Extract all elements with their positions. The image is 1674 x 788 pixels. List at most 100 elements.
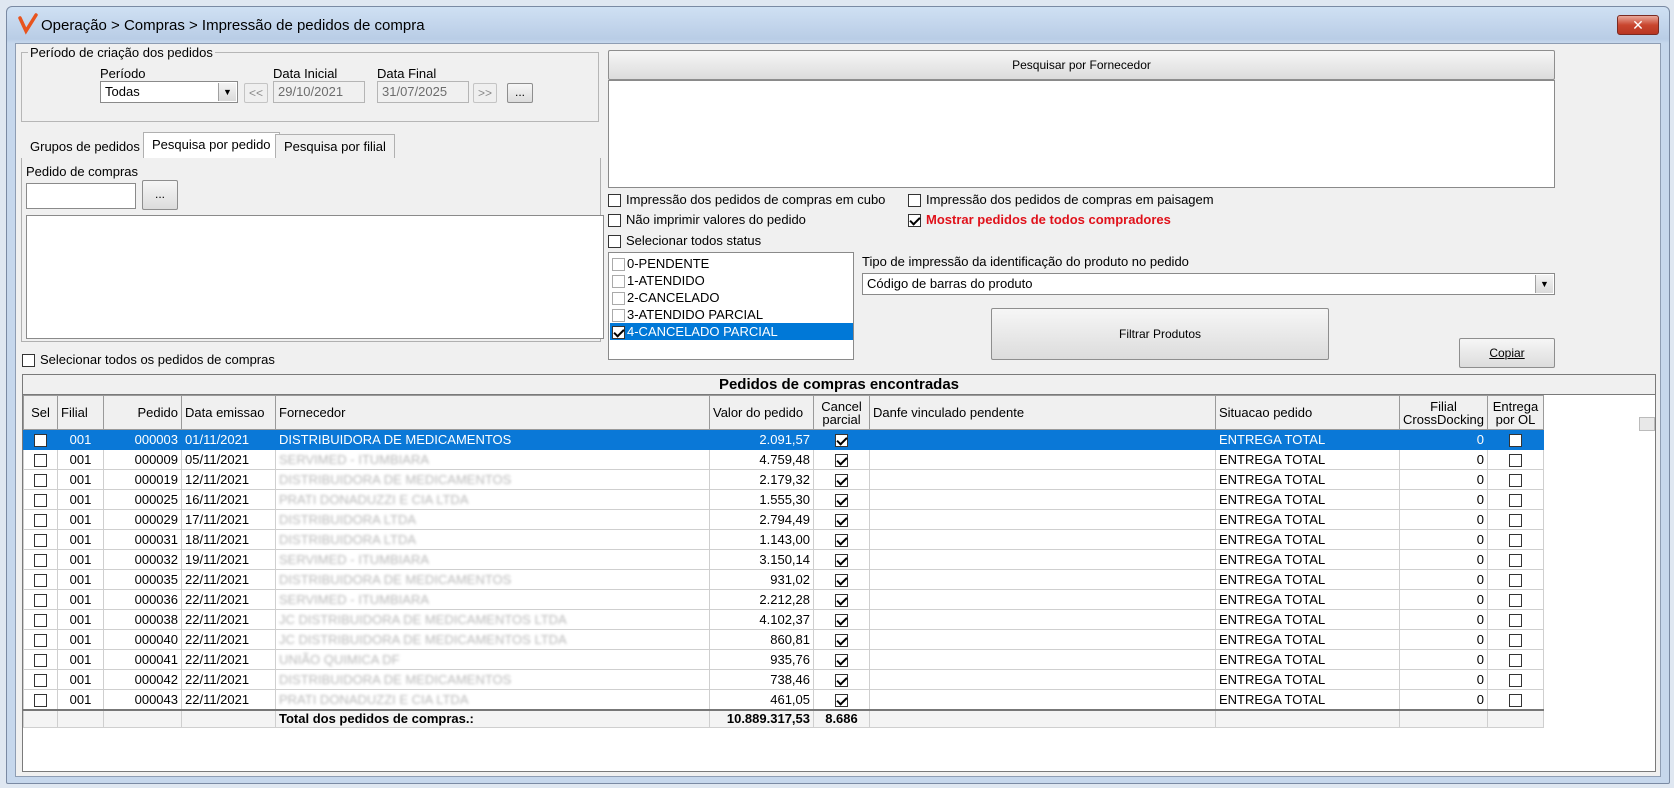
- row-entrega-ol-checkbox[interactable]: [1509, 554, 1522, 568]
- row-entrega-ol-checkbox[interactable]: [1509, 574, 1522, 588]
- col-fornecedor[interactable]: Fornecedor: [275, 395, 710, 430]
- row-entrega-ol-checkbox[interactable]: [1509, 514, 1522, 528]
- opt-mostrar-todos-row[interactable]: Mostrar pedidos de todos compradores: [908, 212, 1171, 228]
- grid-scroll-stub[interactable]: [1639, 417, 1655, 431]
- opt-selecionar-status-row[interactable]: Selecionar todos status: [608, 233, 761, 249]
- next-date-button[interactable]: >>: [473, 83, 497, 103]
- opt-cubo-checkbox[interactable]: [608, 194, 621, 208]
- title-bar[interactable]: Operação > Compras > Impressão de pedido…: [7, 7, 1669, 43]
- filtrar-produtos-button[interactable]: Filtrar Produtos: [991, 308, 1329, 360]
- row-entrega-ol-checkbox[interactable]: [1509, 474, 1522, 488]
- row-cancel-parcial-checkbox[interactable]: [835, 674, 848, 688]
- row-cancel-parcial-checkbox[interactable]: [835, 614, 848, 628]
- table-row[interactable]: 001 000009 05/11/2021 SERVIMED - ITUMBIARA 4…: [23, 449, 1544, 470]
- table-row[interactable]: 001 000042 22/11/2021 DISTRIBUIDORA DE MEDI…: [23, 669, 1544, 690]
- chevron-down-icon[interactable]: ▼: [218, 83, 236, 101]
- copiar-button[interactable]: Copiar: [1459, 338, 1555, 368]
- table-row[interactable]: 001 000041 22/11/2021 UNIÃO QUIMICA DF 935,7…: [23, 649, 1544, 670]
- chevron-down-icon[interactable]: ▼: [1535, 275, 1553, 293]
- row-cancel-parcial-checkbox[interactable]: [835, 534, 848, 548]
- opt-paisagem-row[interactable]: Impressão dos pedidos de compras em pais…: [908, 192, 1214, 208]
- date-picker-button[interactable]: ...: [507, 83, 533, 103]
- pesquisar-fornecedor-button[interactable]: Pesquisar por Fornecedor: [608, 50, 1555, 80]
- row-select-checkbox[interactable]: [34, 454, 47, 468]
- row-cancel-parcial-checkbox[interactable]: [835, 514, 848, 528]
- prev-date-button[interactable]: <<: [244, 83, 268, 103]
- row-select-checkbox[interactable]: [34, 534, 47, 548]
- data-final-field[interactable]: 31/07/2025: [377, 81, 469, 103]
- row-select-checkbox[interactable]: [34, 693, 47, 707]
- table-row[interactable]: 001 000032 19/11/2021 SERVIMED - ITUMBIARA 3…: [23, 549, 1544, 570]
- periodo-select[interactable]: Todas ▼: [100, 81, 238, 103]
- row-entrega-ol-checkbox[interactable]: [1509, 434, 1522, 448]
- table-row[interactable]: 001 000036 22/11/2021 SERVIMED - ITUMBIARA 2…: [23, 589, 1544, 610]
- row-select-checkbox[interactable]: [34, 674, 47, 688]
- close-button[interactable]: ✕: [1617, 15, 1659, 35]
- table-row[interactable]: 001 000019 12/11/2021 DISTRIBUIDORA DE MEDI…: [23, 469, 1544, 490]
- table-row[interactable]: 001 000035 22/11/2021 DISTRIBUIDORA DE MEDI…: [23, 569, 1544, 590]
- fornecedor-list[interactable]: [608, 80, 1555, 188]
- select-all-pedidos-row[interactable]: Selecionar todos os pedidos de compras: [22, 352, 275, 368]
- col-filial[interactable]: Filial: [57, 395, 104, 430]
- table-row[interactable]: 001 000029 17/11/2021 DISTRIBUIDORA LTDA 2.7…: [23, 509, 1544, 530]
- col-valor-pedido[interactable]: Valor do pedido: [709, 395, 814, 430]
- row-select-checkbox[interactable]: [34, 614, 47, 628]
- status-list[interactable]: 0-PENDENTE 1-ATENDIDO 2-CANCELADO 3-ATEN…: [608, 252, 854, 360]
- row-cancel-parcial-checkbox[interactable]: [835, 554, 848, 568]
- status-item[interactable]: 1-ATENDIDO: [610, 272, 853, 289]
- table-row[interactable]: 001 000043 22/11/2021 PRATI DONADUZZI E CIA…: [23, 689, 1544, 710]
- row-entrega-ol-checkbox[interactable]: [1509, 494, 1522, 508]
- select-all-pedidos-checkbox[interactable]: [22, 354, 35, 368]
- tipo-impressao-select[interactable]: Código de barras do produto ▼: [862, 273, 1555, 295]
- row-cancel-parcial-checkbox[interactable]: [835, 574, 848, 588]
- status-item-selected[interactable]: 4-CANCELADO PARCIAL: [610, 323, 853, 340]
- row-select-checkbox[interactable]: [34, 554, 47, 568]
- pedido-list[interactable]: [26, 215, 604, 339]
- row-cancel-parcial-checkbox[interactable]: [835, 634, 848, 648]
- row-entrega-ol-checkbox[interactable]: [1509, 534, 1522, 548]
- row-entrega-ol-checkbox[interactable]: [1509, 454, 1522, 468]
- row-cancel-parcial-checkbox[interactable]: [835, 594, 848, 608]
- status-item[interactable]: 2-CANCELADO: [610, 289, 853, 306]
- table-row[interactable]: 001 000038 22/11/2021 JC DISTRIBUIDORA DE M…: [23, 609, 1544, 630]
- row-entrega-ol-checkbox[interactable]: [1509, 634, 1522, 648]
- col-danfe[interactable]: Danfe vinculado pendente: [869, 395, 1216, 430]
- table-row[interactable]: 001 000025 16/11/2021 PRATI DONADUZZI E CIA…: [23, 489, 1544, 510]
- row-cancel-parcial-checkbox[interactable]: [835, 474, 848, 488]
- table-row[interactable]: 001 000003 01/11/2021 DISTRIBUIDORA DE MEDI…: [23, 429, 1544, 450]
- col-cancel-parcial[interactable]: Cancel parcial: [813, 395, 870, 430]
- opt-selecionar-status-checkbox[interactable]: [608, 235, 621, 249]
- tab-grupos-de-pedidos[interactable]: Grupos de pedidos: [21, 134, 149, 158]
- tab-pesquisa-por-pedido[interactable]: Pesquisa por pedido: [143, 132, 280, 158]
- pedido-input[interactable]: [26, 183, 136, 209]
- data-inicial-field[interactable]: 29/10/2021: [273, 81, 365, 103]
- row-cancel-parcial-checkbox[interactable]: [835, 654, 848, 668]
- row-select-checkbox[interactable]: [34, 474, 47, 488]
- row-select-checkbox[interactable]: [34, 594, 47, 608]
- col-entrega-ol[interactable]: Entrega por OL: [1487, 395, 1544, 430]
- opt-nao-imprimir-checkbox[interactable]: [608, 214, 621, 228]
- tab-pesquisa-por-filial[interactable]: Pesquisa por filial: [275, 134, 395, 158]
- col-filial-crossdocking[interactable]: Filial CrossDocking: [1399, 395, 1488, 430]
- row-cancel-parcial-checkbox[interactable]: [835, 454, 848, 468]
- status-item[interactable]: 0-PENDENTE: [610, 255, 853, 272]
- row-cancel-parcial-checkbox[interactable]: [835, 434, 848, 448]
- opt-paisagem-checkbox[interactable]: [908, 194, 921, 208]
- row-entrega-ol-checkbox[interactable]: [1509, 594, 1522, 608]
- row-entrega-ol-checkbox[interactable]: [1509, 674, 1522, 688]
- row-cancel-parcial-checkbox[interactable]: [835, 494, 848, 508]
- opt-mostrar-todos-checkbox[interactable]: [908, 214, 921, 228]
- row-entrega-ol-checkbox[interactable]: [1509, 654, 1522, 668]
- row-entrega-ol-checkbox[interactable]: [1509, 614, 1522, 628]
- row-select-checkbox[interactable]: [34, 574, 47, 588]
- row-select-checkbox[interactable]: [34, 654, 47, 668]
- opt-cubo-row[interactable]: Impressão dos pedidos de compras em cubo: [608, 192, 885, 208]
- col-sel[interactable]: Sel: [23, 395, 58, 430]
- row-cancel-parcial-checkbox[interactable]: [835, 693, 848, 707]
- status-item[interactable]: 3-ATENDIDO PARCIAL: [610, 306, 853, 323]
- row-select-checkbox[interactable]: [34, 494, 47, 508]
- table-row[interactable]: 001 000031 18/11/2021 DISTRIBUIDORA LTDA 1.1…: [23, 529, 1544, 550]
- col-data-emissao[interactable]: Data emissao: [181, 395, 276, 430]
- row-entrega-ol-checkbox[interactable]: [1509, 693, 1522, 707]
- pedido-browse-button[interactable]: ...: [142, 180, 178, 210]
